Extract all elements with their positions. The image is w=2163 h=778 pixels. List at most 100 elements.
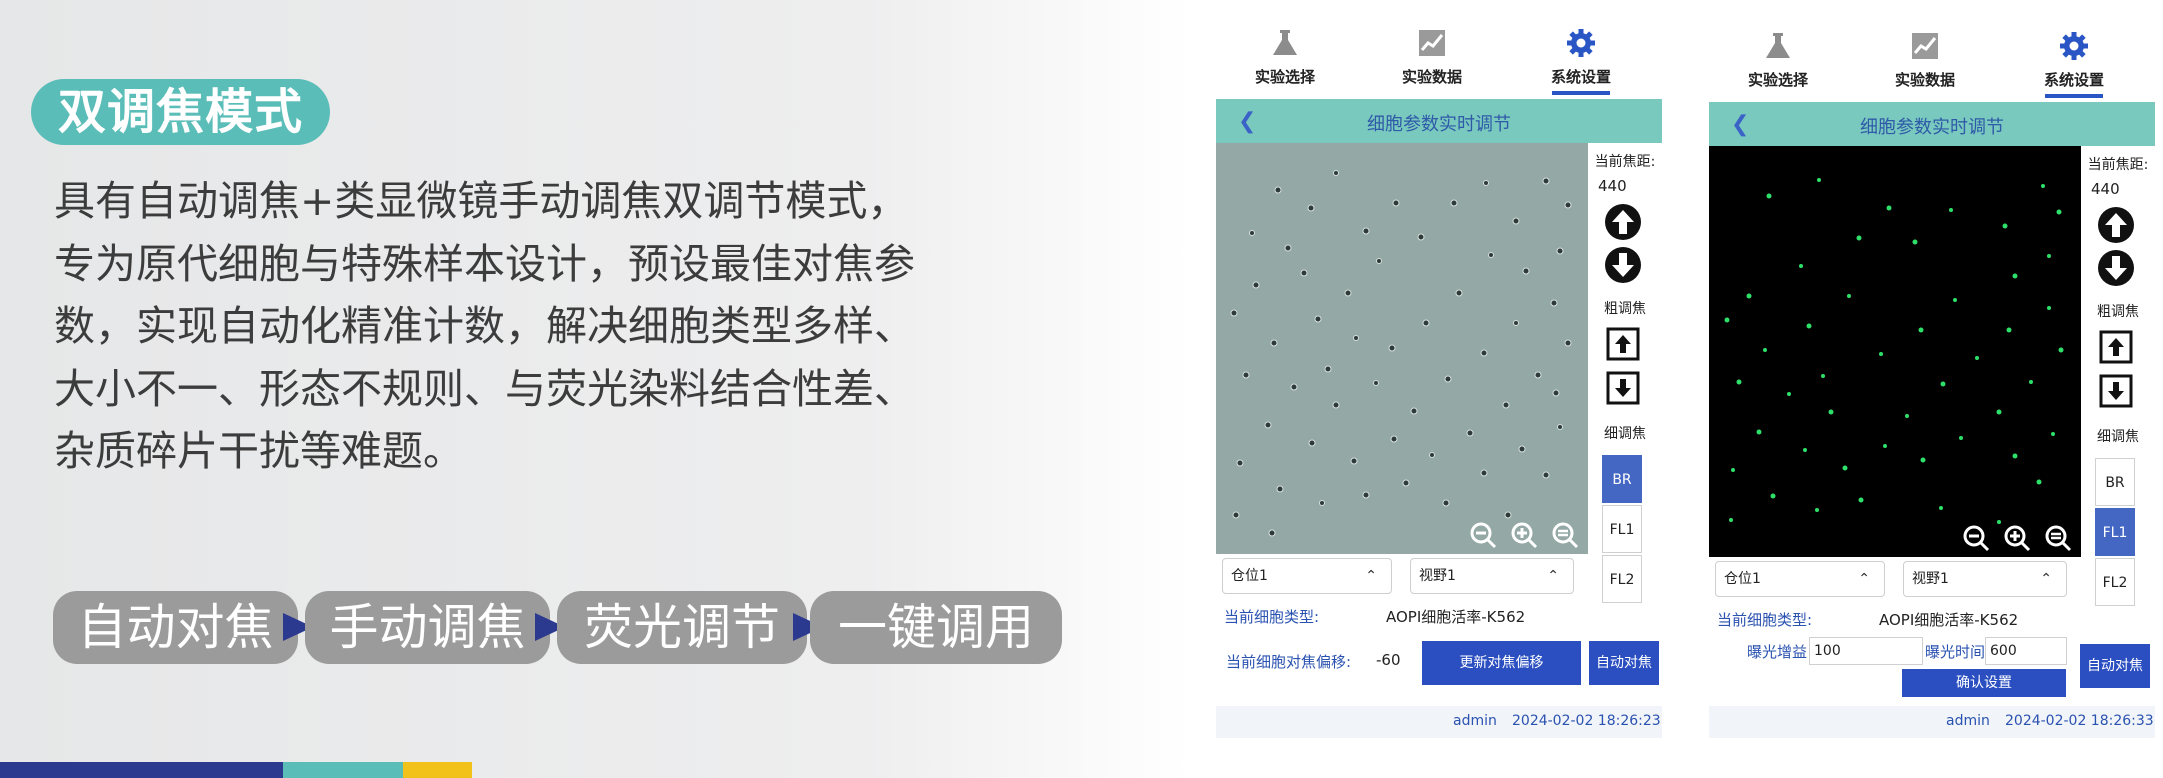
arrow-down-circle-icon[interactable] — [1604, 246, 1642, 284]
arrow-up-circle-icon[interactable] — [2097, 206, 2135, 244]
nav-experiment-select[interactable]: 实验选择 — [1713, 25, 1843, 100]
zoom-reset-icon[interactable] — [1551, 521, 1579, 549]
confirm-settings-button[interactable]: 确认设置 — [1902, 669, 2066, 697]
feature-one-click: 一键调用 — [810, 591, 1062, 664]
view-select[interactable]: 视野1 ⌃ — [1410, 558, 1574, 594]
fine-focus-label: 细调焦 — [2097, 429, 2139, 445]
description-line: 专为原代细胞与特殊样本设计，预设最佳对焦参 — [54, 239, 915, 288]
top-nav: 实验选择 实验数据 系统设置 — [1709, 25, 2155, 100]
description-line: 杂质碎片干扰等难题。 — [54, 427, 464, 475]
cell-type-label: 当前细胞类型: — [1224, 608, 1320, 626]
nav-label: 系统设置 — [1550, 68, 1611, 86]
nav-label: 实验选择 — [1254, 68, 1315, 86]
view-select-value: 视野1 — [1419, 568, 1456, 584]
view-select[interactable]: 视野1 ⌃ — [1903, 561, 2067, 597]
description-line: 具有自动调焦+类显微镜手动调焦双调节模式， — [54, 177, 909, 225]
fine-focus-label: 细调焦 — [1604, 426, 1646, 442]
focus-offset-label: 当前细胞对焦偏移: — [1226, 653, 1352, 671]
cell-image — [1230, 170, 1572, 537]
slot-select[interactable]: 仓位1 ⌃ — [1715, 561, 1885, 597]
channel-fl2[interactable]: FL2 — [1602, 555, 1642, 603]
focus-offset-value: -60 — [1376, 651, 1401, 669]
nav-experiment-select[interactable]: 实验选择 — [1220, 22, 1350, 97]
channel-fl2[interactable]: FL2 — [2095, 558, 2135, 606]
feature-fluorescence: 荧光调节 — [557, 591, 807, 664]
view-select-value: 视野1 — [1912, 571, 1949, 587]
timestamp: 2024-02-02 18:26:33 — [2005, 713, 2154, 729]
coarse-focus-label: 粗调焦 — [1604, 301, 1646, 317]
nav-system-settings[interactable]: 系统设置 — [1516, 22, 1646, 97]
zoom-out-icon[interactable] — [1469, 521, 1497, 549]
nav-system-settings[interactable]: 系统设置 — [2009, 25, 2139, 100]
device-screen-brightfield: 实验选择 实验数据 系统设置 ❮ 细胞参数实时调节 当前焦距: 440 粗调焦 … — [1216, 22, 1662, 738]
description-line: 数，实现自动化精准计数，解决细胞类型多样、 — [54, 302, 915, 350]
device-screen-fluorescence: 实验选择 实验数据 系统设置 ❮ 细胞参数实时调节 当前焦距: 440 粗调焦 … — [1709, 22, 2155, 738]
microscope-view-brightfield[interactable] — [1216, 143, 1588, 554]
decor-bar-navy — [0, 762, 283, 778]
nav-experiment-data[interactable]: 实验数据 — [1860, 25, 1990, 100]
focus-panel: 当前焦距: 440 粗调焦 细调焦 BR FL1 FL2 — [1588, 143, 1662, 643]
gain-label: 曝光增益 — [1747, 643, 1808, 661]
sub-header: ❮ 细胞参数实时调节 — [1216, 99, 1662, 143]
nav-label: 实验数据 — [1894, 71, 1955, 89]
autofocus-button[interactable]: 自动对焦 — [1589, 641, 1659, 685]
channel-fl1[interactable]: FL1 — [1602, 505, 1642, 553]
gear-icon — [2060, 32, 2088, 60]
fine-down-icon[interactable] — [2099, 374, 2133, 408]
arrow-down-circle-icon[interactable] — [2097, 249, 2135, 287]
fine-up-icon[interactable] — [2099, 330, 2133, 364]
chevron-up-icon: ⌃ — [1365, 568, 1377, 584]
zoom-in-icon[interactable] — [2003, 524, 2031, 552]
gear-icon — [1567, 29, 1595, 57]
flask-icon — [1766, 33, 1790, 58]
update-offset-button[interactable]: 更新对焦偏移 — [1422, 641, 1581, 685]
username: admin — [1946, 713, 1990, 729]
page-title: 细胞参数实时调节 — [1367, 114, 1511, 135]
feature-autofocus: 自动对焦 — [53, 591, 298, 664]
description-line: 大小不一、形态不规则、与荧光染料结合性差、 — [54, 364, 915, 413]
microscope-view-fluorescence[interactable] — [1709, 146, 2081, 557]
page-title: 细胞参数实时调节 — [1860, 117, 2004, 138]
cell-type-value: AOPI细胞活率-K562 — [1879, 611, 2019, 629]
cell-image — [1724, 178, 2064, 524]
focus-value: 440 — [1598, 177, 1627, 195]
gain-input[interactable]: 100 — [1809, 637, 1923, 665]
chevron-up-icon: ⌃ — [1547, 568, 1559, 584]
feature-flow: 自动对焦 手动调焦 荧光调节 一键调用 — [53, 591, 1063, 664]
nav-label: 实验数据 — [1401, 68, 1462, 86]
exposure-input[interactable]: 600 — [1985, 637, 2067, 665]
active-tab-indicator — [2045, 94, 2103, 98]
sub-header: ❮ 细胞参数实时调节 — [1709, 102, 2155, 146]
top-nav: 实验选择 实验数据 系统设置 — [1216, 22, 1662, 97]
channel-br[interactable]: BR — [2095, 458, 2135, 506]
exposure-label: 曝光时间 — [1925, 643, 1986, 661]
focus-label: 当前焦距: — [2087, 157, 2149, 173]
slot-select[interactable]: 仓位1 ⌃ — [1222, 558, 1392, 594]
status-footer: admin 2024-02-02 18:26:23 — [1216, 706, 1662, 738]
zoom-reset-icon[interactable] — [2044, 524, 2072, 552]
flask-icon — [1273, 30, 1297, 55]
autofocus-button[interactable]: 自动对焦 — [2080, 644, 2150, 688]
arrow-up-circle-icon[interactable] — [1604, 203, 1642, 241]
feature-manual-focus: 手动调焦 — [305, 591, 550, 664]
mode-title-badge: 双调焦模式 — [31, 79, 330, 145]
nav-experiment-data[interactable]: 实验数据 — [1367, 22, 1497, 97]
chart-icon — [1912, 33, 1938, 59]
decor-bar-yellow — [403, 762, 472, 778]
channel-br[interactable]: BR — [1602, 455, 1642, 503]
fine-down-icon[interactable] — [1606, 371, 1640, 405]
coarse-focus-label: 粗调焦 — [2097, 304, 2139, 320]
zoom-out-icon[interactable] — [1962, 524, 1990, 552]
cell-type-value: AOPI细胞活率-K562 — [1386, 608, 1526, 626]
chart-icon — [1419, 30, 1445, 56]
zoom-in-icon[interactable] — [1510, 521, 1538, 549]
fine-up-icon[interactable] — [1606, 327, 1640, 361]
slot-select-value: 仓位1 — [1724, 571, 1761, 587]
cell-type-label: 当前细胞类型: — [1717, 611, 1813, 629]
chevron-up-icon: ⌃ — [2040, 571, 2052, 587]
chevron-up-icon: ⌃ — [1858, 571, 1870, 587]
active-tab-indicator — [1552, 91, 1610, 95]
channel-fl1[interactable]: FL1 — [2095, 508, 2135, 556]
username: admin — [1453, 713, 1497, 729]
slot-select-value: 仓位1 — [1231, 568, 1268, 584]
